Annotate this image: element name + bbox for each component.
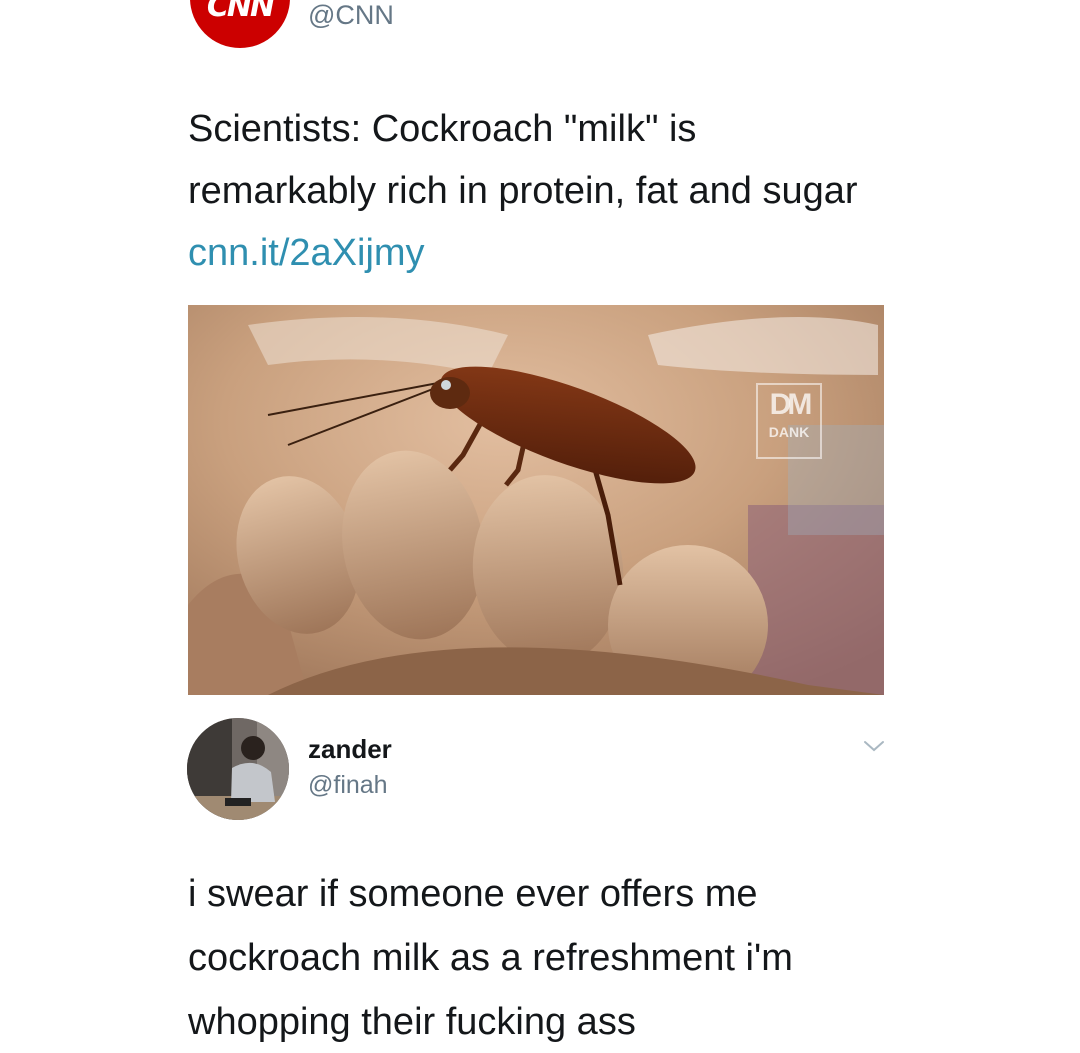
cockroach-photo-icon <box>188 305 884 695</box>
reply-handle[interactable]: @finah <box>308 773 388 798</box>
watermark-text: DANK <box>768 424 810 440</box>
tweet-text: Scientists: Cockroach "milk" is remarkab… <box>188 98 888 284</box>
reply-display-name[interactable]: zander <box>308 736 392 762</box>
tweet-screenshot: CNN @CNN Scientists: Cockroach "milk" is… <box>0 0 1080 1053</box>
reply-text: i swear if someone ever offers me cockro… <box>188 873 793 1043</box>
tweet-link[interactable]: cnn.it/2aXijmy <box>188 232 425 274</box>
reply-avatar[interactable] <box>187 718 289 820</box>
user-avatar-icon <box>187 718 289 820</box>
chevron-down-icon[interactable] <box>862 738 886 754</box>
cnn-handle[interactable]: @CNN <box>308 2 394 29</box>
cnn-logo: CNN <box>206 0 275 24</box>
tweet-body: Scientists: Cockroach "milk" is remarkab… <box>188 108 858 212</box>
cnn-avatar[interactable]: CNN <box>190 0 290 48</box>
tweet-photo[interactable]: DM DANK <box>188 305 884 695</box>
watermark-logo: DM DANK <box>756 383 822 459</box>
